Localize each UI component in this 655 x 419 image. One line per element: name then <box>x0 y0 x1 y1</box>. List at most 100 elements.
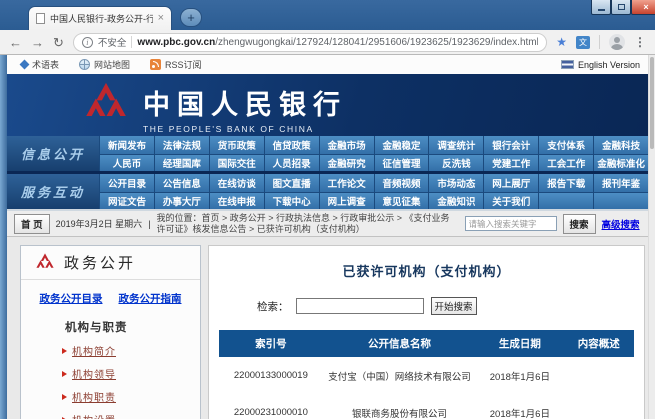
sidebar-item[interactable]: 机构职责 <box>57 389 200 404</box>
sidebar-item[interactable]: 机构简介 <box>57 343 200 358</box>
record-link[interactable]: 银联商务股份有限公司 <box>323 406 477 419</box>
table-row: 22000231000010银联商务股份有限公司2018年1月6日 <box>219 394 634 419</box>
nav-item[interactable]: 金融知识 <box>428 192 483 210</box>
nav-item[interactable]: 网证文告 <box>99 192 154 210</box>
record-link[interactable]: 支付宝（中国）网络技术有限公司 <box>323 369 477 383</box>
nav-item[interactable]: 信贷政策 <box>264 136 319 154</box>
nav-item[interactable]: 工会工作 <box>538 154 593 172</box>
nav-item[interactable]: 意见征集 <box>374 192 429 210</box>
nav-item[interactable]: 关于我们 <box>483 192 538 210</box>
url-path: /zhengwugongkai/127924/128041/2951606/19… <box>215 37 538 48</box>
utility-link[interactable]: 网站地图 <box>79 58 130 71</box>
nav-section-0: 信息公开新闻发布法律法规货币政策信贷政策金融市场金融稳定调查统计银行会计支付体系… <box>7 136 648 171</box>
nav-item[interactable]: 图文直播 <box>264 174 319 192</box>
nav-item[interactable]: 在线申报 <box>209 192 264 210</box>
nav-section-1: 服务互动公开目录公告信息在线访谈图文直播工作论文音频视频市场动态网上展厅报告下载… <box>7 174 648 209</box>
url-text: www.pbc.gov.cn/zhengwugongkai/127924/128… <box>137 37 538 48</box>
nav-item[interactable]: 网上调查 <box>319 192 374 210</box>
nav-item[interactable]: 公开目录 <box>99 174 154 192</box>
maximize-button[interactable] <box>611 0 631 15</box>
new-tab-button[interactable]: + <box>180 8 202 27</box>
url-bar[interactable]: i 不安全 www.pbc.gov.cn/zhengwugongkai/1279… <box>73 33 547 52</box>
back-icon[interactable]: ← <box>9 36 22 49</box>
rss-icon <box>150 59 161 70</box>
scrollbar[interactable] <box>648 55 655 419</box>
nav-item[interactable]: 市场动态 <box>428 174 483 192</box>
home-button[interactable]: 首 页 <box>14 214 50 234</box>
main-panel: 已获许可机构（支付机构） 检索： 开始搜索 索引号公开信息名称生成日期内容概述2… <box>208 245 645 419</box>
nav-line: 新闻发布法律法规货币政策信贷政策金融市场金融稳定调查统计银行会计支付体系金融科技 <box>99 136 648 154</box>
nav-item[interactable]: 反洗钱 <box>428 154 483 172</box>
url-host: www.pbc.gov.cn <box>137 37 215 48</box>
tab-close-icon[interactable]: × <box>158 13 164 24</box>
utility-link-label: 术语表 <box>32 58 59 71</box>
list-search-input[interactable] <box>296 298 424 314</box>
sidebar-top-link[interactable]: 政务公开指南 <box>119 291 182 306</box>
start-search-button[interactable]: 开始搜索 <box>431 297 477 315</box>
sidebar-item[interactable]: 机构领导 <box>57 366 200 381</box>
security-label: 不安全 <box>98 35 127 49</box>
sidebar-top-link[interactable]: 政务公开目录 <box>40 291 103 306</box>
english-version-link[interactable]: English Version <box>561 60 646 70</box>
cell: 2018年1月6日 <box>476 406 563 419</box>
nav-item[interactable]: 调查统计 <box>428 136 483 154</box>
nav-section-label: 服务互动 <box>7 174 99 209</box>
site-header: 中国人民银行 THE PEOPLE'S BANK OF CHINA <box>7 74 648 136</box>
profile-icon[interactable] <box>609 34 625 50</box>
tab-title: 中国人民银行-政务公开-行政执… <box>50 12 153 25</box>
cell: 22000231000010 <box>219 407 323 418</box>
nav-item[interactable]: 公告信息 <box>154 174 209 192</box>
nav-item[interactable]: 银行会计 <box>483 136 538 154</box>
nav-item[interactable]: 经理国库 <box>154 154 209 172</box>
nav-item[interactable]: 国际交往 <box>209 154 264 172</box>
nav-item[interactable]: 音频视频 <box>374 174 429 192</box>
utility-bar: 术语表 网站地图 RSS订阅 English Version <box>7 55 648 74</box>
nav-item[interactable]: 金融稳定 <box>374 136 429 154</box>
nav-item[interactable]: 金融标准化 <box>593 154 648 172</box>
search-button[interactable]: 搜索 <box>563 214 596 234</box>
bookmark-star-icon[interactable]: ★ <box>556 35 567 49</box>
minimize-button[interactable] <box>591 0 611 15</box>
browser-tab[interactable]: 中国人民银行-政务公开-行政执… × <box>28 6 172 30</box>
sidebar-item[interactable]: 机构设置 <box>57 412 200 419</box>
nav-item[interactable]: 下载中心 <box>264 192 319 210</box>
nav-item[interactable]: 工作论文 <box>319 174 374 192</box>
utility-link[interactable]: 术语表 <box>21 58 59 71</box>
utility-link-label: RSS订阅 <box>165 58 202 71</box>
nav-item[interactable]: 货币政策 <box>209 136 264 154</box>
forward-icon[interactable]: → <box>31 36 44 49</box>
sidebar-header: 政务公开 <box>21 246 200 280</box>
menu-icon[interactable]: ⋮ <box>634 35 646 49</box>
nav-item[interactable]: 在线访谈 <box>209 174 264 192</box>
scrollbar-thumb[interactable] <box>650 57 654 149</box>
nav-item[interactable]: 金融科技 <box>593 136 648 154</box>
glossary-icon <box>20 60 30 70</box>
reload-icon[interactable]: ↻ <box>53 36 64 49</box>
site-search-input[interactable] <box>465 216 557 231</box>
search-label: 检索： <box>257 299 289 314</box>
breadcrumb[interactable]: 我的位置：首页 > 政务公开 > 行政执法信息 > 行政审批公示 > 《支付业务… <box>157 213 459 235</box>
nav-item[interactable]: 人民币 <box>99 154 154 172</box>
window-titlebar: 中国人民银行-政务公开-行政执… × + × <box>0 0 655 30</box>
nav-item[interactable]: 金融研究 <box>319 154 374 172</box>
close-button[interactable]: × <box>631 0 655 15</box>
nav-item[interactable]: 征信管理 <box>374 154 429 172</box>
nav-item[interactable]: 新闻发布 <box>99 136 154 154</box>
info-icon[interactable]: i <box>82 37 93 48</box>
sidebar-section-title: 机构与职责 <box>65 319 200 335</box>
content-area: 政务公开 政务公开目录政务公开指南 机构与职责机构简介机构领导机构职责机构设置法… <box>7 237 648 419</box>
utility-link[interactable]: RSS订阅 <box>150 58 202 71</box>
nav-item[interactable]: 办事大厅 <box>154 192 209 210</box>
advanced-search-link[interactable]: 高级搜索 <box>602 217 640 231</box>
browser-window: 中国人民银行-政务公开-行政执… × + × ← → ↻ i 不安全 www.p… <box>0 0 655 419</box>
nav-item[interactable]: 金融市场 <box>319 136 374 154</box>
nav-item[interactable]: 网上展厅 <box>483 174 538 192</box>
nav-item[interactable]: 报告下载 <box>538 174 593 192</box>
nav-item[interactable]: 人员招录 <box>264 154 319 172</box>
cell: 22000133000019 <box>219 370 323 381</box>
nav-item[interactable]: 报刊年鉴 <box>593 174 648 192</box>
nav-item[interactable]: 支付体系 <box>538 136 593 154</box>
translate-icon[interactable]: 文 <box>576 36 590 49</box>
nav-item[interactable]: 党建工作 <box>483 154 538 172</box>
nav-item[interactable]: 法律法规 <box>154 136 209 154</box>
